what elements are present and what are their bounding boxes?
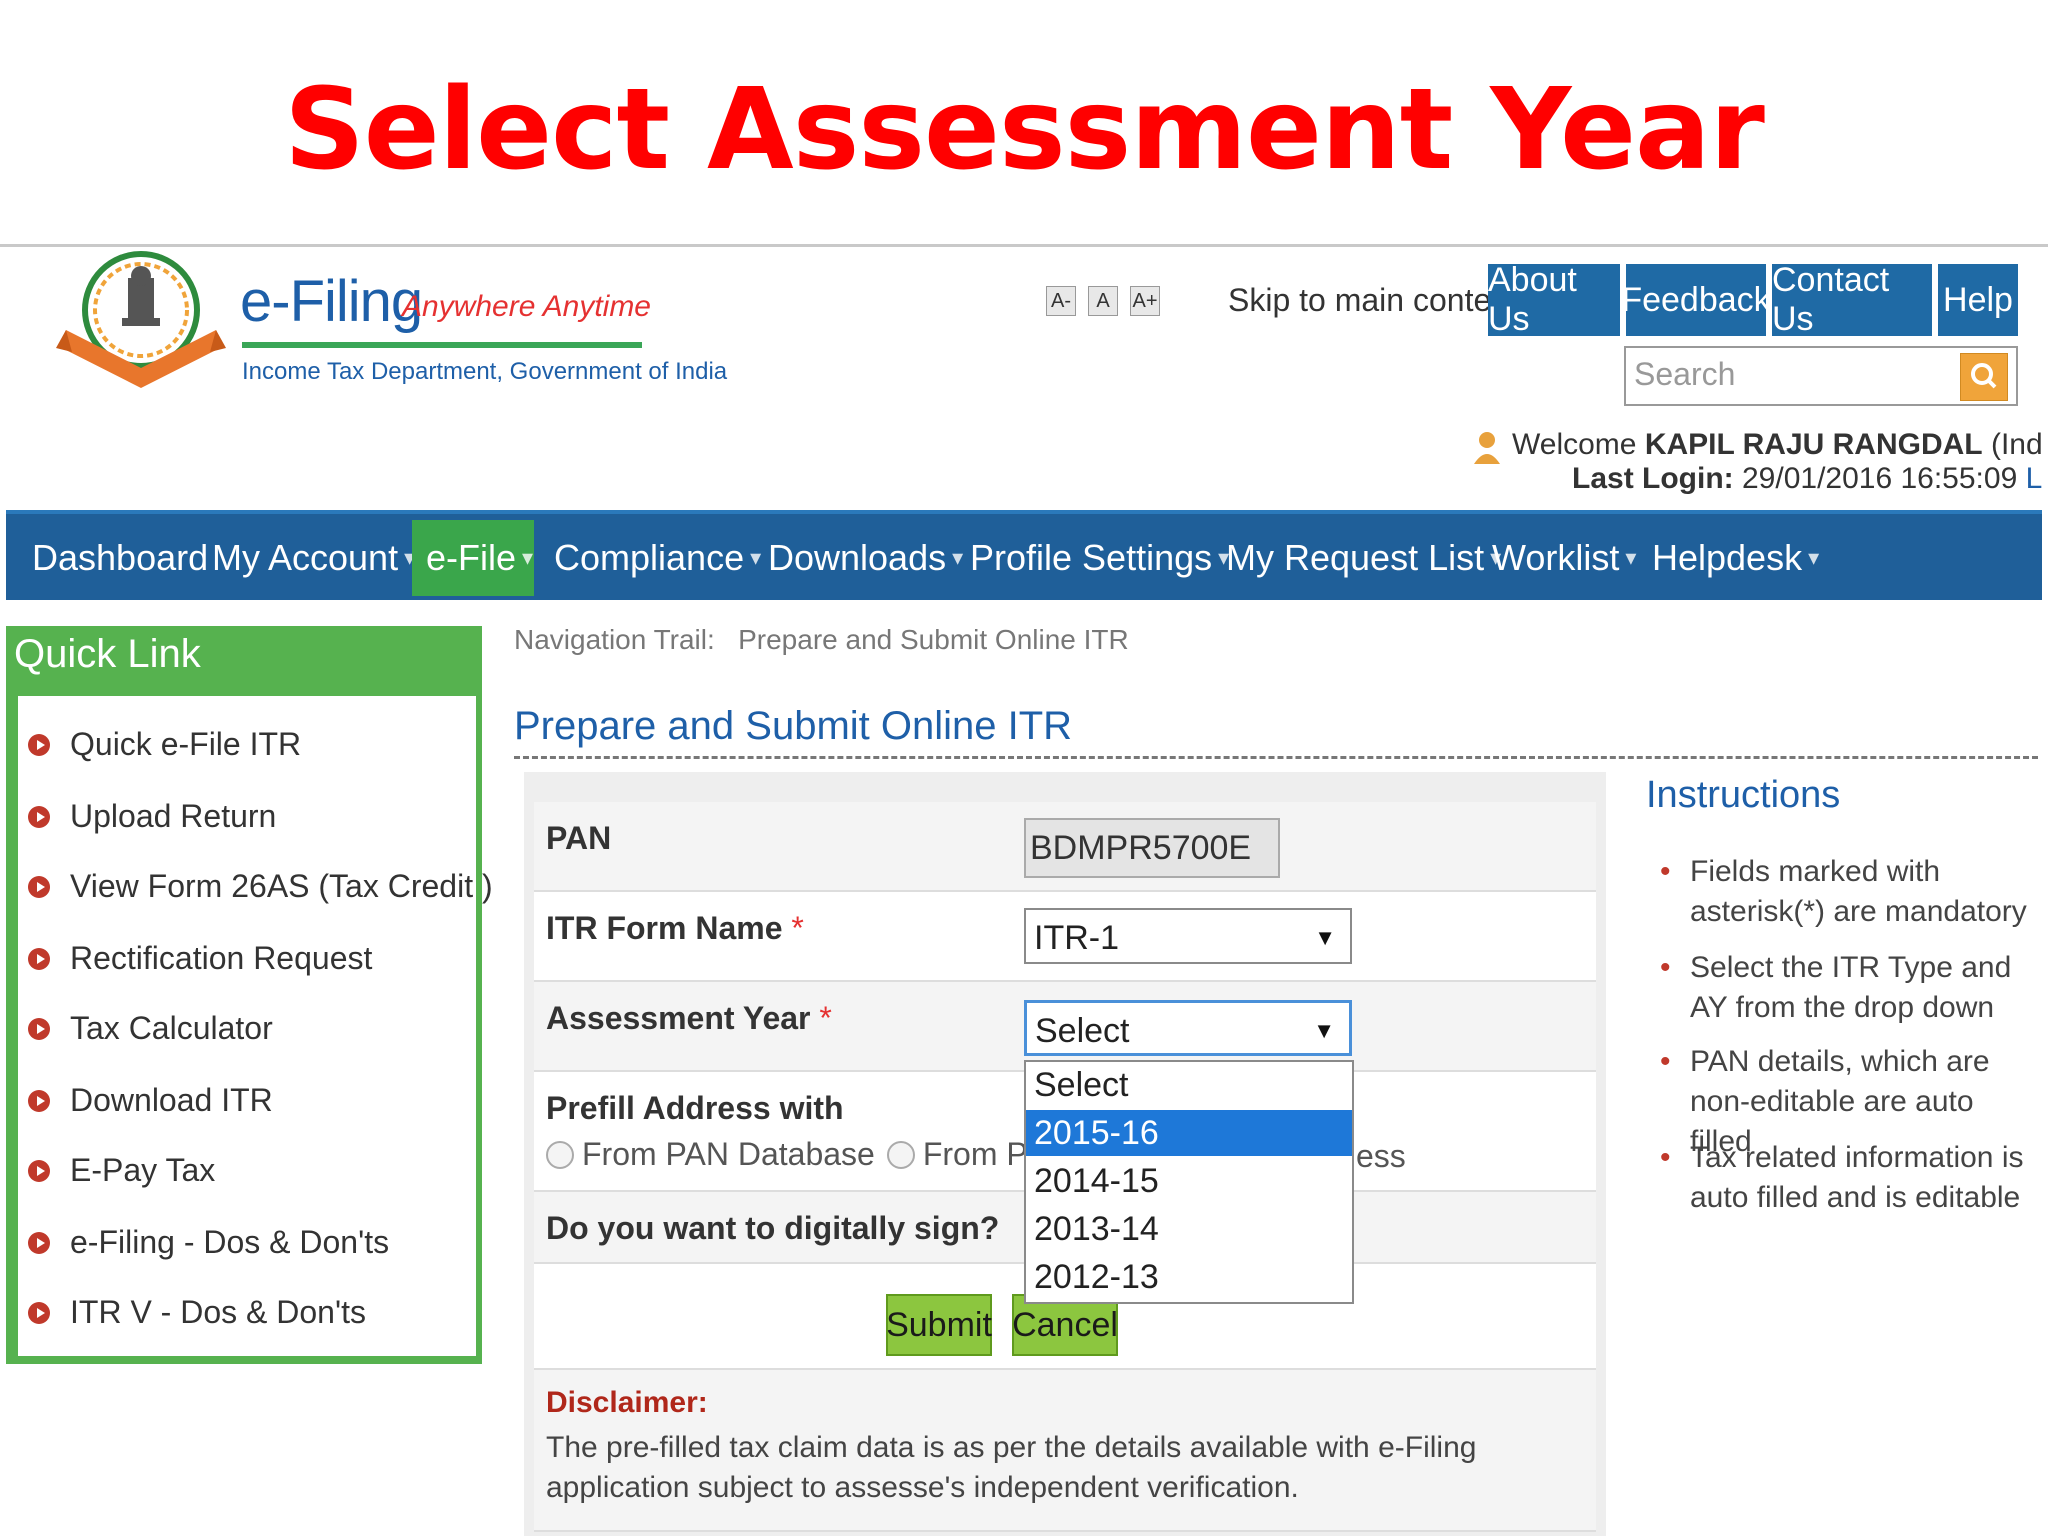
feedback-button[interactable]: Feedback [1621,264,1771,336]
digital-sign-label: Do you want to digitally sign? [546,1210,1000,1246]
arrow-bullet-icon [28,1301,50,1324]
nav-worklist[interactable]: Worklist ▾ [1478,520,1650,596]
quick-link-item[interactable]: Rectification Request [28,940,372,977]
dropdown-arrow-icon: ▼ [1314,925,1336,950]
font-decrease-button[interactable]: A- [1046,286,1076,316]
arrow-bullet-icon [28,1017,50,1040]
instruction-item: Tax related information is auto filled a… [1660,1138,2040,1218]
breadcrumb: Navigation Trail: Prepare and Submit Onl… [514,624,1129,655]
font-normal-button[interactable]: A [1088,286,1118,316]
quick-link-item[interactable]: E-Pay Tax [28,1152,215,1189]
quick-link-item[interactable]: e-Filing - Dos & Don'ts [28,1224,389,1261]
brand-tagline: Anywhere Anytime [402,290,651,323]
itr-form-select[interactable]: ITR-1 ▼ [1024,908,1352,964]
prefill-pan-radio[interactable] [546,1140,574,1169]
department-name: Income Tax Department, Government of Ind… [242,358,728,385]
user-name: KAPIL RAJU RANGDAL [1644,428,1983,461]
nav-e-file[interactable]: e-File ▾ [412,520,534,596]
screenshot-frame: e-Filing Anywhere Anytime Income Tax Dep… [6,248,2042,1536]
user-icon [1474,432,1500,464]
dropdown-arrow-icon: ▼ [1313,1018,1335,1043]
chevron-down-icon: ▾ [1808,545,1820,570]
arrow-bullet-icon [28,805,50,828]
instruction-item: Fields marked with asterisk(*) are manda… [1660,852,2040,932]
ay-option[interactable]: 2013-14 [1026,1206,1352,1252]
disclaimer-title: Disclaimer: [546,1386,708,1419]
heading-divider [514,756,2038,759]
arrow-bullet-icon [28,1089,50,1112]
nav-profile-settings[interactable]: Profile Settings ▾ [956,520,1243,596]
nav-my-request-list[interactable]: My Request List ▾ [1212,520,1515,596]
breadcrumb-current: Prepare and Submit Online ITR [738,624,1129,655]
arrow-bullet-icon [28,875,50,898]
assessment-year-label: Assessment Year * [546,1000,832,1036]
instruction-item: Select the ITR Type and AY from the drop… [1660,948,2040,1028]
quick-link-item[interactable]: Download ITR [28,1082,273,1119]
pan-label: PAN [546,820,612,856]
quick-link-item[interactable]: View Form 26AS (Tax Credit ) [28,868,493,905]
prefill-address-label: Prefill Address with [546,1090,844,1126]
income-tax-emblem-icon [56,251,226,388]
nav-helpdesk[interactable]: Helpdesk ▾ [1638,520,1833,596]
font-increase-button[interactable]: A+ [1130,286,1160,316]
search-placeholder: Search [1634,356,1736,392]
submit-button[interactable]: Submit [886,1294,992,1356]
nav-dashboard[interactable]: Dashboard [18,520,222,596]
ay-option[interactable]: 2014-15 [1026,1158,1352,1204]
nav-downloads[interactable]: Downloads ▾ [754,520,977,596]
disclaimer-text: The pre-filled tax claim data is as per … [546,1431,1477,1504]
quick-link-item[interactable]: Tax Calculator [28,1010,273,1047]
font-size-controls: A- A A+ [1046,286,1160,316]
nav-compliance[interactable]: Compliance ▾ [540,520,775,596]
itr-form-label: ITR Form Name * [546,910,804,946]
quick-link-title: Quick Link [14,632,201,676]
assessment-year-select[interactable]: Select ▼ [1024,1000,1352,1056]
about-us-button[interactable]: About Us [1488,261,1620,338]
slide-title: Select Assessment Year [284,65,1765,195]
prefill-previous-radio[interactable] [886,1140,915,1169]
contact-us-button[interactable]: Contact Us [1772,261,1932,338]
quick-link-item[interactable]: Upload Return [28,798,276,835]
page-title: Prepare and Submit Online ITR [514,704,1073,748]
quick-link-item[interactable]: Quick e-File ITR [28,726,301,763]
skip-to-main-link[interactable]: Skip to main content [1228,282,1518,319]
ay-option[interactable]: Select [1026,1062,1352,1108]
slide-divider [0,244,2048,247]
chevron-down-icon: ▾ [1625,545,1637,570]
help-button[interactable]: Help [1938,264,2018,336]
welcome-text: Welcome KAPIL RAJU RANGDAL (Individual) [1512,428,2042,462]
logout-link[interactable]: Logout [2026,462,2042,495]
arrow-bullet-icon [28,1231,50,1254]
arrow-bullet-icon [28,1159,50,1182]
brand-name: e-Filing [240,269,423,334]
search-button[interactable] [1960,353,2008,401]
nav-my-account[interactable]: My Account ▾ [198,520,429,596]
ay-option[interactable]: 2012-13 [1026,1254,1352,1300]
pan-field: BDMPR5700E [1024,818,1280,878]
last-login: Last Login: 29/01/2016 16:55:09 Logout [1572,462,2042,496]
prefill-option-tail: ess [1356,1138,1406,1174]
search-icon [1971,363,1997,389]
instructions-title: Instructions [1646,774,1841,816]
arrow-bullet-icon [28,733,50,756]
user-type: (Individual) [1990,428,2042,461]
chevron-down-icon: ▾ [522,545,534,570]
brand-rule [242,342,642,348]
ay-option-highlighted[interactable]: 2015-16 [1026,1110,1352,1156]
arrow-bullet-icon [28,947,50,970]
quick-link-item[interactable]: ITR V - Dos & Don'ts [28,1294,366,1331]
